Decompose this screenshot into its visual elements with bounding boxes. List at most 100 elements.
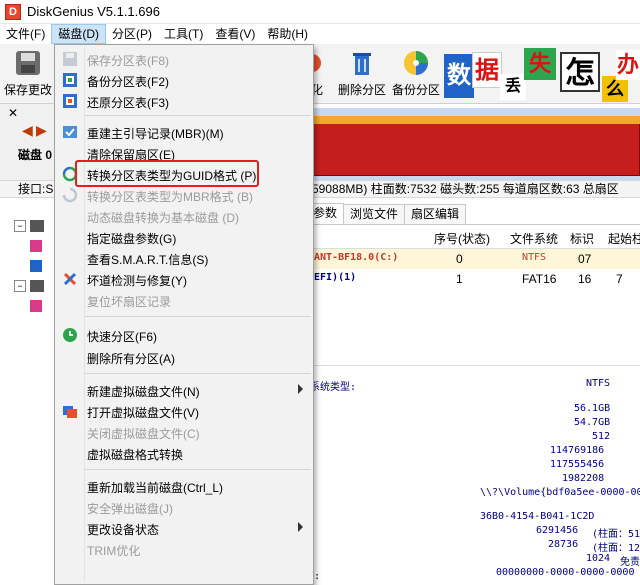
partition-table: 序号(状态) 文件系统 标识 起始柱 ANT-BF18.0(C:) 0 NTFS… [270, 225, 640, 290]
value-field: 114769186 [550, 445, 605, 456]
open-vdisk-icon [62, 403, 78, 419]
save-icon [62, 51, 78, 67]
col-start-cylinder[interactable]: 起始柱 [608, 230, 640, 247]
value-field: 6291456 [536, 525, 579, 536]
ad-banner[interactable]: 数 据 丢 失 怎 么 办 [444, 0, 640, 104]
menu-item-convert-to-mbr[interactable]: 转换分区表类型为MBR格式 (B) [55, 185, 313, 205]
menu-item-backup-partition-table[interactable]: 备份分区表(F2) [55, 70, 313, 90]
menu-item-smart-info[interactable]: 查看S.M.A.R.T.信息(S) [55, 248, 313, 268]
window-title: DiskGenius V5.1.1.696 [27, 4, 160, 19]
convert-mbr-icon [62, 187, 78, 203]
menu-item-label: 新建虚拟磁盘文件(N) [87, 385, 200, 399]
menu-separator [85, 469, 311, 470]
tab-strip: 参数 浏览文件 扇区编辑 [270, 203, 640, 225]
menu-item-virtual-disk-convert[interactable]: 虚拟磁盘格式转换 [55, 443, 313, 463]
menu-partition[interactable]: 分区(P) [106, 24, 158, 44]
tab-sector-editor[interactable]: 扇区编辑 [404, 204, 467, 224]
partition-icon [30, 240, 42, 252]
partition-icon [30, 260, 42, 272]
table-header: 序号(状态) 文件系统 标识 起始柱 [270, 225, 640, 249]
menu-item-rebuild-mbr[interactable]: 重建主引导记录(MBR)(M) [55, 122, 313, 142]
delete-partition-label: 删除分区 [337, 83, 386, 97]
col-index[interactable]: 序号(状态) [434, 230, 490, 247]
menu-item-label: 转换分区表类型为MBR格式 (B) [87, 190, 253, 204]
repair-icon [62, 271, 78, 287]
value-field: 28736 [548, 539, 579, 550]
menu-item-label: 打开虚拟磁盘文件(V) [87, 406, 199, 420]
backup-partition-label: 备份分区 [391, 83, 440, 97]
table-row[interactable]: ANT-BF18.0(C:) 0 NTFS 07 [270, 249, 640, 269]
menu-item-open-virtual-disk[interactable]: 打开虚拟磁盘文件(V) [55, 401, 313, 421]
row-index: 0 [456, 252, 463, 266]
volume-path: \\?\Volume{bdf0a5ee-0000-0000- [480, 487, 640, 498]
ad-char: 数 [444, 54, 474, 98]
menu-item-label: 更改设备状态 [87, 523, 160, 537]
menu-item-quick-partition[interactable]: 快速分区(F6) [55, 325, 313, 345]
menu-item-label: 关闭虚拟磁盘文件(C) [87, 427, 200, 441]
trash-icon [347, 48, 377, 78]
close-panel-icon[interactable]: ✕ [8, 106, 18, 120]
row-name: ANT-BF18.0(C:) [314, 252, 399, 263]
disk-icon [30, 280, 44, 292]
save-changes-button[interactable]: 保存更改 [2, 48, 54, 98]
menu-item-label: 坏道检测与修复(Y) [87, 274, 187, 288]
menu-item-trim[interactable]: TRIM优化 [55, 539, 313, 559]
table-row[interactable]: EFI)(1) 1 FAT16 16 7 [270, 269, 640, 289]
port-label: 接口:S [18, 182, 54, 196]
app-logo-icon: D [5, 3, 21, 20]
row-fs: FAT16 [522, 272, 557, 286]
col-filesystem[interactable]: 文件系统 [510, 230, 558, 247]
menu-item-label: 安全弹出磁盘(J) [87, 502, 173, 516]
menu-item-label: 重新加载当前磁盘(Ctrl_L) [87, 481, 224, 495]
menu-item-new-virtual-disk[interactable]: 新建虚拟磁盘文件(N) [55, 380, 313, 400]
menu-item-bad-sector-check[interactable]: 坏道检测与修复(Y) [55, 269, 313, 289]
menu-item-label: 保存分区表(F8) [87, 54, 169, 68]
menu-separator [85, 373, 311, 374]
disk-icon [30, 220, 44, 232]
menu-item-label: 备份分区表(F2) [87, 75, 169, 89]
row-name: EFI)(1) [314, 272, 357, 283]
value-suffix: 免责 [620, 557, 640, 568]
backup-partition-button[interactable]: 备份分区 [390, 48, 442, 98]
menu-item-reload-disk[interactable]: 重新加载当前磁盘(Ctrl_L) [55, 476, 313, 496]
delete-partition-button[interactable]: 删除分区 [336, 48, 388, 98]
menu-item-change-device-state[interactable]: 更改设备状态 [55, 518, 313, 538]
menu-item-safely-eject[interactable]: 安全弹出磁盘(J) [55, 497, 313, 517]
menu-tools[interactable]: 工具(T) [158, 24, 209, 44]
value-field: 117555456 [550, 459, 605, 470]
tree-expander-icon[interactable]: − [14, 280, 26, 292]
menu-item-save-partition-table[interactable]: 保存分区表(F8) [55, 49, 313, 69]
menu-item-label: 删除所有分区(A) [87, 352, 175, 366]
menu-help[interactable]: 帮助(H) [261, 24, 314, 44]
partition-block[interactable] [306, 116, 640, 176]
col-id[interactable]: 标识 [570, 230, 594, 247]
nav-forward-icon[interactable]: ▶ [36, 122, 47, 139]
serial-value: 36B0-4154-B041-1C2D [480, 511, 595, 522]
row-index: 1 [456, 272, 463, 286]
partition-details: 系统类型: NTFS 56.1GB 54.7GB 512 114769186 1… [270, 365, 640, 585]
menu-disk[interactable]: 磁盘(D) [51, 24, 106, 44]
menu-item-reset-bad-sectors[interactable]: 复位坏扇区记录 [55, 290, 313, 310]
menu-item-delete-all-partitions[interactable]: 删除所有分区(A) [55, 347, 313, 367]
tab-browse-files[interactable]: 浏览文件 [343, 204, 406, 224]
menu-view[interactable]: 查看(V) [209, 24, 261, 44]
fs-type-label: 系统类型: [310, 382, 357, 393]
menu-item-set-disk-params[interactable]: 指定磁盘参数(G) [55, 227, 313, 247]
tree-expander-icon[interactable]: − [14, 220, 26, 232]
ad-char: 怎 [560, 52, 600, 92]
menu-item-label: 查看S.M.A.R.T.信息(S) [87, 253, 209, 267]
value-field: 1982208 [562, 473, 605, 484]
value-suffix: (柱面：12 [592, 543, 640, 554]
submenu-arrow-icon [298, 384, 303, 394]
restore-icon [62, 93, 78, 109]
menu-file[interactable]: 文件(F) [0, 24, 51, 44]
backup-disc-icon [401, 48, 431, 78]
ad-char: 失 [524, 48, 556, 80]
nav-back-icon[interactable]: ◀ [22, 122, 33, 139]
save-disk-icon [13, 48, 43, 78]
ad-char: 办 [616, 50, 640, 80]
disk-menu-dropdown: 保存分区表(F8) 备份分区表(F2) 还原分区表(F3) 重建主引导记录(MB… [54, 44, 314, 585]
menu-item-dynamic-to-basic[interactable]: 动态磁盘转换为基本磁盘 (D) [55, 206, 313, 226]
menu-item-close-virtual-disk[interactable]: 关闭虚拟磁盘文件(C) [55, 422, 313, 442]
menu-item-restore-partition-table[interactable]: 还原分区表(F3) [55, 91, 313, 111]
